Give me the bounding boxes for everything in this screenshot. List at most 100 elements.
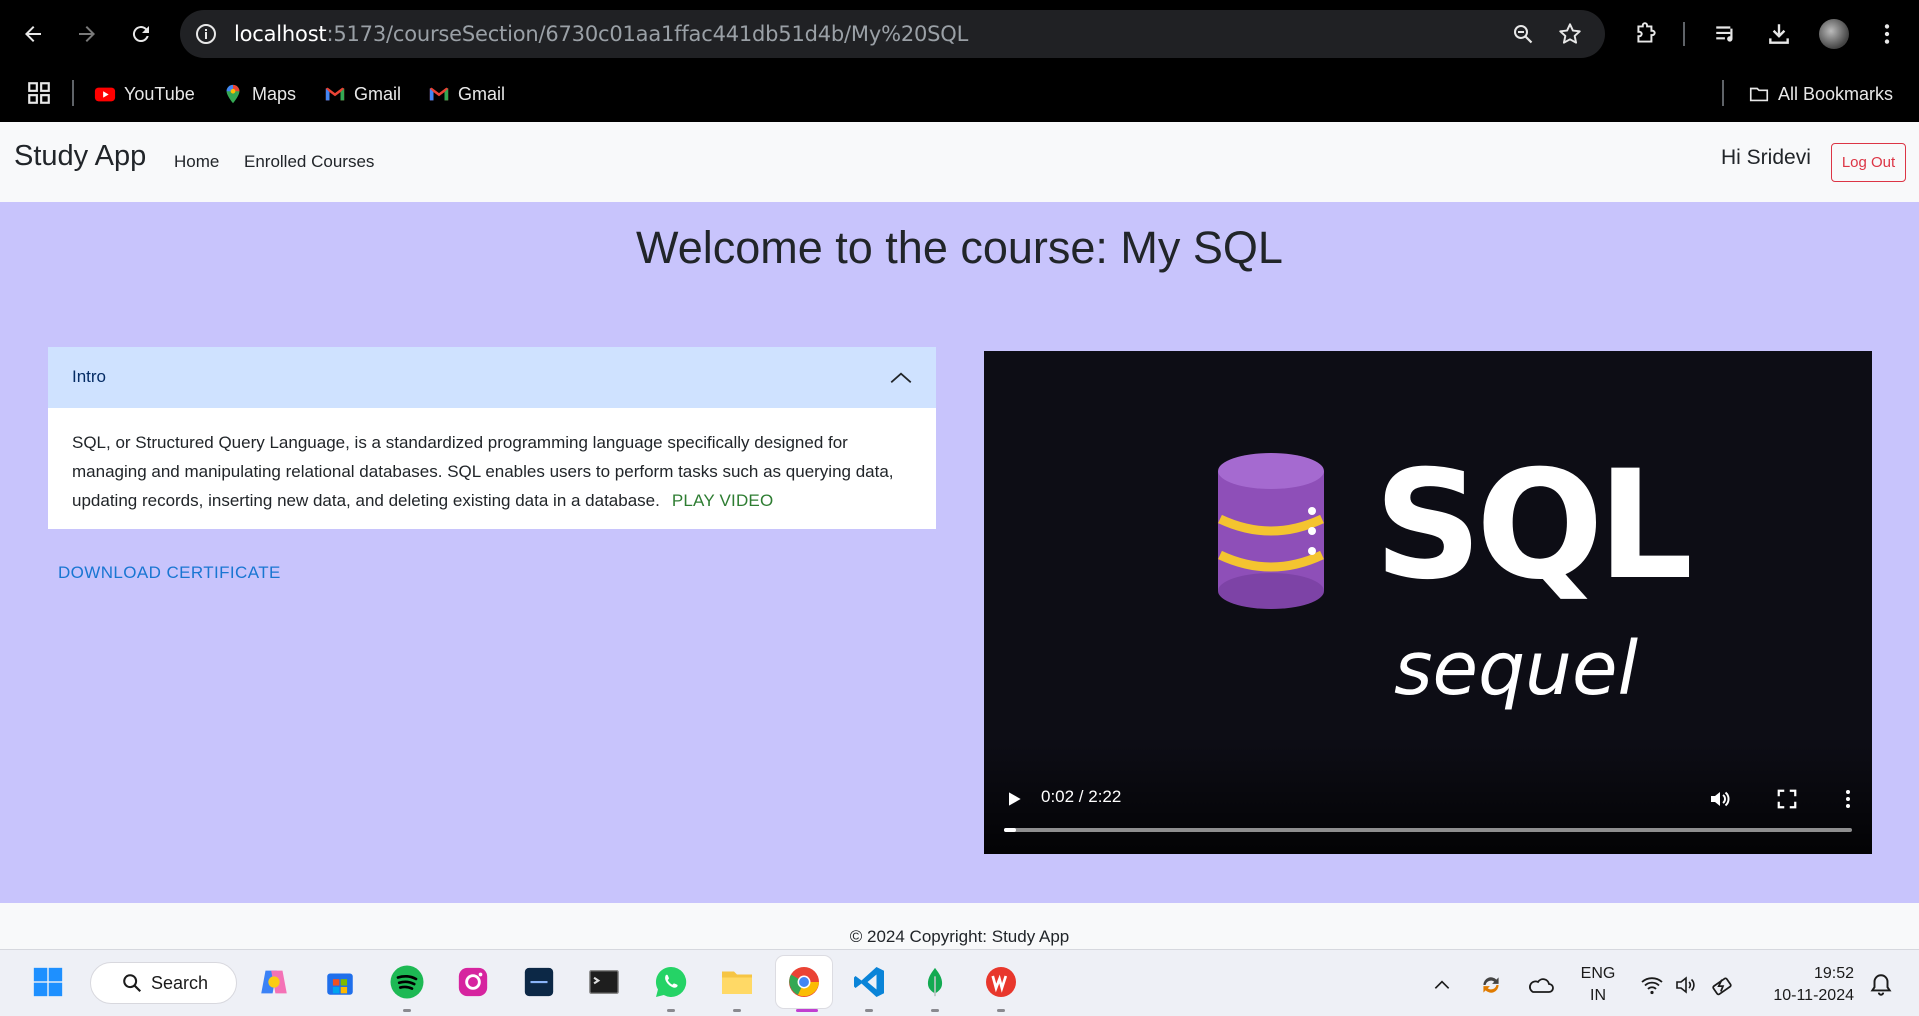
terminal-app[interactable]: [584, 962, 624, 1002]
wifi-icon[interactable]: [1640, 974, 1664, 996]
mongodb-app[interactable]: [915, 962, 955, 1002]
chevron-up-icon: [890, 372, 912, 383]
bookmark-star-icon[interactable]: [1557, 21, 1583, 47]
notification-bell-icon[interactable]: [1868, 972, 1894, 998]
speaker-icon[interactable]: [1674, 973, 1698, 997]
instagram-app[interactable]: [453, 962, 493, 1002]
browser-menu-button[interactable]: [1873, 20, 1901, 48]
bookmark-label: Maps: [252, 83, 297, 104]
maps-icon: [226, 84, 240, 104]
windows-logo-icon: [33, 967, 63, 997]
store-icon: [327, 973, 353, 995]
youtube-icon: [94, 87, 116, 102]
toolbar-divider: [1683, 22, 1685, 46]
bookmarks-divider: [1722, 80, 1724, 106]
download-certificate-button[interactable]: DOWNLOAD CERTIFICATE: [58, 563, 281, 583]
terminal-icon: [589, 969, 619, 995]
bookmark-youtube[interactable]: YouTube: [94, 78, 195, 110]
wps-office-app[interactable]: [981, 962, 1021, 1002]
spotify-app[interactable]: [387, 962, 427, 1002]
play-icon[interactable]: [1004, 789, 1024, 809]
accordion-header[interactable]: Intro: [48, 347, 936, 408]
fullscreen-icon[interactable]: [1776, 788, 1798, 810]
battery-charging-icon[interactable]: [1710, 972, 1736, 998]
downloads-button[interactable]: [1765, 20, 1793, 48]
nav-link-enrolled-courses[interactable]: Enrolled Courses: [244, 152, 374, 172]
logout-button[interactable]: Log Out: [1831, 143, 1906, 182]
bookmarks-bar: YouTube Maps Gmail Gmail All Bookmarks: [0, 68, 1919, 122]
store-app[interactable]: [320, 962, 360, 1002]
bookmark-label: YouTube: [124, 83, 195, 104]
brand-logo[interactable]: Study App: [14, 140, 146, 173]
wps-icon: [986, 967, 1016, 997]
back-button[interactable]: [16, 17, 50, 51]
running-indicator: [931, 1009, 939, 1012]
mongodb-leaf-icon: [927, 967, 943, 997]
instagram-icon: [458, 967, 488, 997]
site-info-icon[interactable]: [194, 22, 218, 46]
bookmark-gmail[interactable]: Gmail: [324, 78, 401, 110]
copilot-icon: [261, 970, 287, 994]
apps-grid-icon[interactable]: [26, 80, 52, 106]
media-control-button[interactable]: [1712, 20, 1740, 48]
bookmark-maps[interactable]: Maps: [222, 78, 296, 110]
all-bookmarks-label: All Bookmarks: [1778, 83, 1894, 104]
clock-date: 10-11-2024: [1773, 987, 1854, 1004]
video-time: 0:02 / 2:22: [1041, 787, 1122, 806]
spotify-icon: [390, 965, 424, 999]
whatsapp-icon: [655, 966, 687, 997]
video-player[interactable]: SQL sequel 0:02 / 2:22: [984, 351, 1872, 854]
chevron-up-icon[interactable]: [1432, 975, 1452, 995]
start-button[interactable]: [28, 962, 68, 1002]
onedrive-icon[interactable]: [1526, 973, 1554, 995]
file-explorer-app[interactable]: [717, 962, 757, 1002]
video-sql-title: SQL: [1374, 439, 1693, 613]
reload-icon: [132, 26, 149, 43]
volume-icon[interactable]: [1708, 787, 1732, 811]
sync-icon[interactable]: [1478, 972, 1504, 998]
profile-avatar[interactable]: [1819, 19, 1849, 49]
vscode-app[interactable]: [849, 962, 889, 1002]
arrow-right-icon: [79, 26, 95, 42]
hotstar-app[interactable]: [519, 962, 559, 1002]
page-title: Welcome to the course: My SQL: [636, 222, 1283, 273]
all-bookmarks-button[interactable]: All Bookmarks: [1748, 78, 1893, 110]
download-icon: [1769, 24, 1789, 44]
whatsapp-app[interactable]: [651, 962, 691, 1002]
video-progress-bar[interactable]: [1004, 828, 1852, 832]
play-video-button[interactable]: PLAY VIDEO: [672, 491, 774, 510]
region-code: IN: [1590, 987, 1606, 1004]
language-indicator[interactable]: ENG IN: [1578, 963, 1618, 1007]
clock-time: 19:52: [1813, 965, 1854, 982]
database-icon: [1218, 453, 1324, 609]
system-clock[interactable]: 19:52 10-11-2024: [1758, 963, 1854, 1007]
app-navbar: Study App Home Enrolled Courses Hi Sride…: [0, 122, 1919, 202]
arrow-left-icon: [25, 26, 41, 42]
browser-chrome: localhost:5173/courseSection/6730c01aa1f…: [0, 0, 1919, 122]
browser-toolbar: localhost:5173/courseSection/6730c01aa1f…: [0, 0, 1919, 68]
nav-link-home[interactable]: Home: [174, 152, 219, 172]
search-label: Search: [151, 972, 209, 993]
extensions-button[interactable]: [1632, 20, 1660, 48]
language-code: ENG: [1580, 965, 1616, 982]
gmail-icon: [429, 87, 449, 101]
zoom-icon[interactable]: [1511, 22, 1535, 46]
chrome-app[interactable]: [776, 956, 832, 1008]
accordion-body: SQL, or Structured Query Language, is a …: [48, 408, 936, 529]
forward-button[interactable]: [70, 17, 104, 51]
running-indicator: [865, 1009, 873, 1012]
windows-taskbar: Search ENG IN 19:52 10-11-2024: [0, 949, 1919, 1016]
folder-icon: [722, 971, 752, 994]
copilot-app[interactable]: [254, 962, 294, 1002]
url-text[interactable]: localhost:5173/courseSection/6730c01aa1f…: [234, 22, 968, 46]
search-icon: [123, 974, 142, 993]
folder-icon: [1749, 87, 1769, 102]
bookmark-gmail[interactable]: Gmail: [428, 78, 505, 110]
address-bar[interactable]: localhost:5173/courseSection/6730c01aa1f…: [180, 10, 1605, 58]
course-section-accordion: Intro SQL, or Structured Query Language,…: [48, 347, 936, 529]
taskbar-search[interactable]: Search: [90, 962, 237, 1004]
reload-button[interactable]: [124, 17, 158, 51]
video-more-icon[interactable]: [1836, 787, 1860, 811]
section-title: Intro: [72, 367, 107, 386]
running-indicator: [403, 1009, 411, 1012]
